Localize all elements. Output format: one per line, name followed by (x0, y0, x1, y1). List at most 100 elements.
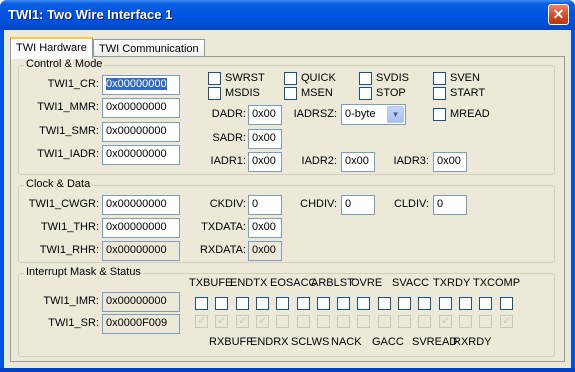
twi1-cr-field[interactable]: 0x00000000 (102, 75, 180, 95)
twi1-iadr-field[interactable]: 0x00000000 (102, 145, 180, 165)
tab-panel-hardware: Control & Mode TWI1_CR: 0x00000000 TWI1_… (10, 56, 565, 362)
sr-bit-checkbox (195, 314, 208, 328)
sr-bit-checkbox (398, 315, 411, 328)
control-mode-group: Control & Mode TWI1_CR: 0x00000000 TWI1_… (18, 58, 555, 175)
sr-bit-checkbox (418, 315, 431, 328)
group-title-clock-data: Clock & Data (24, 178, 93, 190)
txdata-field[interactable]: 0x00 (248, 218, 282, 238)
quick-label: QUICK (301, 72, 336, 84)
iadr1-label: IADR1: (210, 155, 246, 167)
mread-checkbox[interactable] (433, 108, 446, 121)
interrupt-label-gacc: GACC (372, 336, 404, 348)
mread-label: MREAD (450, 108, 490, 120)
close-button[interactable]: ✕ (548, 4, 569, 25)
sr-bit-checkbox (236, 314, 249, 328)
swrst-checkbox[interactable] (208, 72, 221, 85)
imr-bit-checkbox[interactable] (215, 297, 228, 310)
imr-bit-checkbox[interactable] (479, 297, 492, 310)
chdiv-field[interactable]: 0 (341, 195, 375, 215)
interrupt-label-sclws: SCLWS (291, 336, 330, 348)
interrupt-label-svread: SVREAD (412, 336, 458, 348)
imr-bit-checkbox[interactable] (317, 297, 330, 310)
twi1-imr-field: 0x00000000 (102, 292, 180, 312)
imr-bit-checkbox[interactable] (378, 297, 391, 310)
imr-bit-checkbox[interactable] (297, 297, 310, 310)
sr-bit-checkbox (256, 314, 269, 328)
iadr2-field[interactable]: 0x00 (341, 152, 375, 172)
twi1-cwgr-label: TWI1_CWGR: (28, 198, 99, 210)
ckdiv-field[interactable]: 0 (248, 195, 282, 215)
window-frame-bottom (0, 368, 575, 372)
start-checkbox[interactable] (433, 87, 446, 100)
twi1-sr-label: TWI1_SR: (48, 317, 99, 329)
sven-checkbox[interactable] (433, 72, 446, 85)
imr-bit-checkbox[interactable] (418, 297, 431, 310)
swrst-label: SWRST (225, 72, 265, 84)
interrupt-label-endtx: ENDTX (230, 277, 268, 289)
sadr-field[interactable]: 0x00 (248, 129, 282, 149)
interrupt-label-nack: NACK (331, 336, 362, 348)
stop-checkbox[interactable] (359, 87, 372, 100)
interrupt-label-endrx: ENDRX (250, 336, 289, 348)
dadr-field[interactable]: 0x00 (248, 105, 282, 125)
interrupt-label-eosacc: EOSACC (270, 277, 317, 289)
iadr1-field[interactable]: 0x00 (248, 152, 282, 172)
imr-bit-checkbox[interactable] (398, 297, 411, 310)
sr-bit-checkbox (317, 315, 330, 328)
window-title: TWI1: Two Wire Interface 1 (8, 7, 173, 22)
sven-label: SVEN (450, 72, 480, 84)
svdis-checkbox[interactable] (359, 72, 372, 85)
interrupt-label-txrdy: TXRDY (433, 277, 471, 289)
group-title-interrupt: Interrupt Mask & Status (24, 266, 143, 278)
twi1-mmr-label: TWI1_MMR: (37, 101, 99, 113)
twi1-imr-label: TWI1_IMR: (43, 295, 99, 307)
imr-bit-checkbox[interactable] (195, 297, 208, 310)
twi1-iadr-label: TWI1_IADR: (37, 148, 99, 160)
txdata-label: TXDATA: (201, 221, 246, 233)
sr-bit-checkbox (479, 315, 492, 328)
msen-checkbox[interactable] (284, 87, 297, 100)
sr-bit-checkbox (297, 315, 310, 328)
sr-bit-checkbox (378, 315, 391, 328)
twi1-thr-field[interactable]: 0x00000000 (102, 218, 180, 238)
imr-bit-checkbox[interactable] (256, 297, 269, 310)
title-bar[interactable]: TWI1: Two Wire Interface 1 ✕ (0, 0, 575, 30)
iadrsz-label: IADRSZ: (293, 108, 337, 120)
imr-bit-checkbox[interactable] (236, 297, 249, 310)
twi1-mmr-field[interactable]: 0x00000000 (102, 98, 180, 118)
twi1-smr-field[interactable]: 0x00000000 (102, 122, 180, 142)
interrupt-label-arblst: ARBLST (311, 277, 354, 289)
rxdata-field: 0x00 (248, 241, 282, 261)
interrupt-label-svacc: SVACC (392, 277, 430, 289)
sadr-label: SADR: (212, 132, 246, 144)
twi1-rhr-label: TWI1_RHR: (39, 244, 99, 256)
imr-bit-checkbox[interactable] (439, 297, 452, 310)
sr-bit-checkbox (215, 314, 228, 328)
interrupt-label-rxbuff: RXBUFF (209, 336, 253, 348)
msdis-checkbox[interactable] (208, 87, 221, 100)
imr-bit-checkbox[interactable] (357, 297, 370, 310)
imr-bit-checkbox[interactable] (500, 297, 513, 310)
interrupt-label-rxrdy: RXRDY (453, 336, 492, 348)
msdis-label: MSDIS (225, 87, 260, 99)
imr-bit-checkbox[interactable] (459, 297, 472, 310)
twi1-rhr-field: 0x00000000 (102, 241, 180, 261)
imr-bit-checkbox[interactable] (337, 297, 350, 310)
cldiv-field[interactable]: 0 (433, 195, 467, 215)
sr-bit-checkbox (459, 315, 472, 328)
tab-twi-hardware[interactable]: TWI Hardware (10, 37, 93, 59)
start-label: START (450, 87, 486, 99)
imr-bit-checkbox[interactable] (276, 297, 289, 310)
sr-bit-checkbox (276, 315, 289, 328)
iadr3-field[interactable]: 0x00 (433, 152, 467, 172)
chevron-down-icon[interactable]: ▼ (387, 106, 404, 123)
twi1-cwgr-field[interactable]: 0x00000000 (102, 195, 180, 215)
twi1-thr-label: TWI1_THR: (40, 221, 99, 233)
iadrsz-select[interactable]: 0-byte ▼ (341, 104, 406, 125)
interrupt-label-txbufe: TXBUFE (189, 277, 233, 289)
quick-checkbox[interactable] (284, 72, 297, 85)
iadrsz-value: 0-byte (345, 108, 376, 120)
interrupt-group: Interrupt Mask & Status TWI1_IMR: 0x0000… (18, 266, 555, 357)
twi1-sr-field: 0x0000F009 (102, 314, 180, 334)
group-title-control-mode: Control & Mode (24, 58, 105, 70)
